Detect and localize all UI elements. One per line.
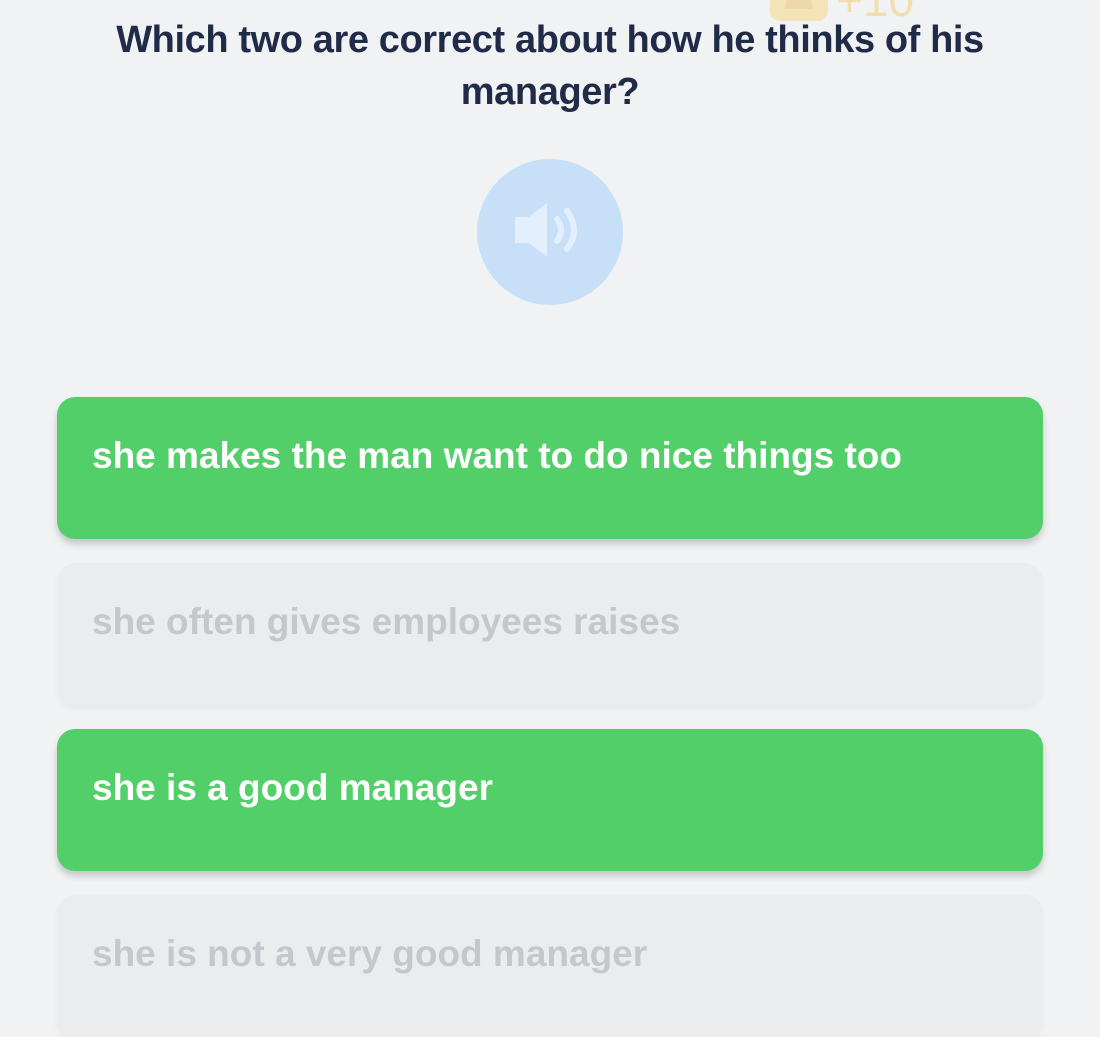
play-audio-button[interactable] bbox=[477, 159, 623, 305]
answer-option-label: she is not a very good manager bbox=[92, 933, 648, 974]
answer-option-label: she often gives employees raises bbox=[92, 601, 681, 642]
question-title: Which two are correct about how he think… bbox=[116, 19, 984, 113]
answer-option-2[interactable]: she often gives employees raises bbox=[57, 563, 1043, 705]
answer-option-3[interactable]: she is a good manager bbox=[57, 729, 1043, 871]
answer-option-label: she makes the man want to do nice things… bbox=[92, 435, 903, 476]
answer-option-4[interactable]: she is not a very good manager bbox=[57, 895, 1043, 1037]
speaker-icon bbox=[505, 195, 595, 270]
answer-option-1[interactable]: she makes the man want to do nice things… bbox=[57, 397, 1043, 539]
answer-option-label: she is a good manager bbox=[92, 767, 493, 808]
